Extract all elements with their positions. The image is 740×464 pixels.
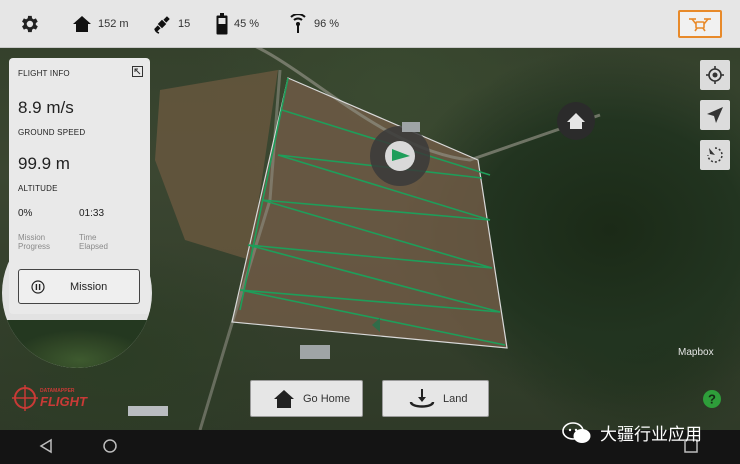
land-button[interactable]: Land — [382, 380, 489, 417]
settings-button[interactable] — [18, 0, 40, 47]
pause-icon — [31, 279, 45, 294]
go-home-label: Go Home — [303, 392, 351, 405]
svg-text:?: ? — [708, 392, 716, 407]
mission-progress-label-1: Mission — [18, 233, 46, 242]
mission-progress-label-2: Progress — [18, 242, 51, 251]
flight-info-title: FLIGHT INFO — [18, 69, 70, 78]
crosshair-icon — [706, 66, 724, 84]
orbit-icon — [707, 147, 723, 163]
satellite-count: 15 — [152, 0, 190, 47]
ground-speed-value: 8.9 m/s — [18, 98, 74, 117]
signal-strength: 96 % — [288, 0, 339, 47]
mission-button-label: Mission — [70, 280, 108, 293]
signal-value: 96 % — [314, 17, 340, 30]
wechat-icon — [562, 421, 591, 443]
satellite-icon — [154, 15, 170, 34]
land-label: Land — [443, 392, 468, 405]
status-bar: 152 m 15 45 % 96 % — [0, 0, 740, 48]
watermark: 大疆行业应用 — [562, 420, 702, 445]
mission-progress-value: 0% — [18, 208, 33, 219]
home-icon — [274, 389, 294, 408]
time-elapsed-value: 01:33 — [79, 208, 105, 219]
altitude-label: ALTITUDE — [18, 184, 58, 193]
locate-button[interactable] — [700, 60, 730, 90]
time-elapsed-label-2: Elapsed — [79, 242, 108, 251]
home-distance: 152 m — [72, 0, 129, 47]
map-attribution: Mapbox — [678, 347, 714, 358]
satellite-count-value: 15 — [178, 17, 191, 30]
home-nav-icon[interactable] — [101, 437, 119, 455]
battery-status: 45 % — [216, 0, 259, 47]
watermark-text: 大疆行业应用 — [600, 425, 702, 445]
logo-flight: FLIGHT — [40, 394, 87, 409]
orbit-button[interactable] — [700, 140, 730, 170]
gear-icon — [22, 15, 38, 32]
drone-icon — [689, 18, 711, 32]
signal-icon — [290, 13, 306, 33]
collapse-panel-button[interactable] — [132, 66, 143, 77]
lens-map-preview — [2, 320, 152, 368]
navigation-arrow-icon — [707, 107, 723, 123]
collapse-arrow-icon — [134, 68, 141, 75]
home-icon — [73, 15, 91, 32]
ground-speed-label: GROUND SPEED — [18, 128, 86, 137]
home-distance-value: 152 m — [98, 17, 129, 30]
mission-button[interactable]: Mission — [18, 269, 140, 304]
battery-value: 45 % — [234, 17, 260, 30]
datamapper-logo-icon — [12, 385, 38, 411]
battery-icon — [216, 12, 228, 34]
help-icon[interactable]: ? — [702, 389, 722, 409]
go-home-button[interactable]: Go Home — [250, 380, 363, 417]
drone-button[interactable] — [678, 10, 722, 38]
back-icon[interactable] — [38, 438, 54, 454]
navigate-button[interactable] — [700, 100, 730, 130]
land-icon — [409, 388, 435, 408]
time-elapsed-label-1: Time — [79, 233, 97, 242]
altitude-value: 99.9 m — [18, 154, 70, 173]
